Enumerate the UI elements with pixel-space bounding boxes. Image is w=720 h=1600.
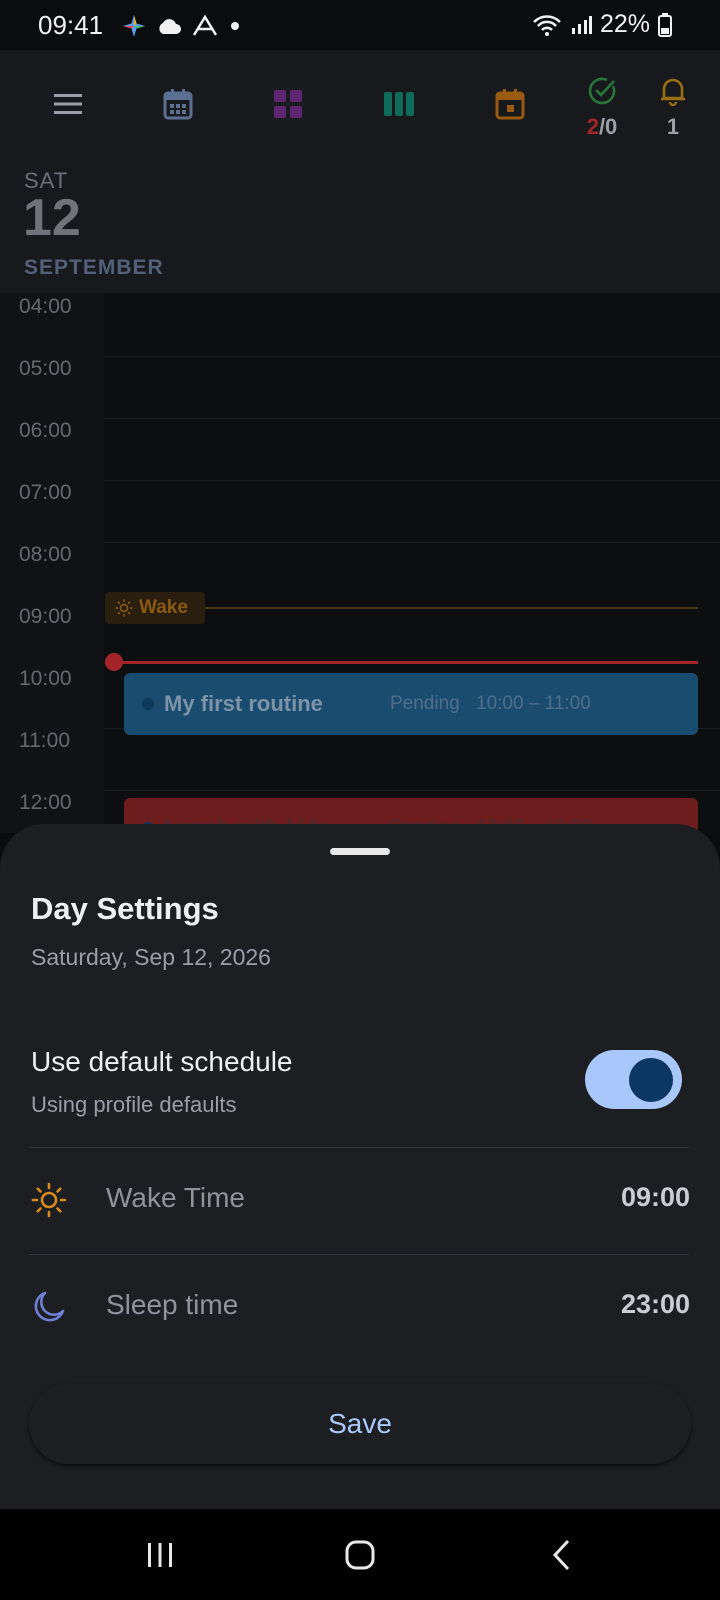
grid-view-button[interactable]: [258, 50, 318, 158]
battery-icon: [658, 12, 672, 37]
hour-label: 09:00: [19, 605, 72, 628]
sun-icon: [115, 599, 133, 617]
battery-percent: 22%: [599, 10, 650, 38]
hour-label: 04:00: [19, 295, 72, 318]
save-button[interactable]: Save: [29, 1384, 691, 1464]
system-nav-bar: [0, 1509, 720, 1600]
divider: [29, 1147, 689, 1148]
hour-label: 12:00: [19, 791, 72, 814]
day-settings-sheet: Day Settings Saturday, Sep 12, 2026 Use …: [0, 824, 720, 1509]
day-view-button[interactable]: [148, 50, 208, 158]
wake-marker: Wake: [105, 592, 205, 624]
toggle-knob: [629, 1058, 673, 1102]
columns-icon: [384, 92, 414, 116]
event-view-button[interactable]: [480, 50, 540, 158]
signal-icon: [571, 15, 592, 34]
hour-label: 10:00: [19, 667, 72, 690]
wake-marker-label: Wake: [139, 597, 188, 618]
wake-line: [205, 607, 698, 609]
notifications-count: 1: [666, 114, 680, 139]
columns-view-button[interactable]: [369, 50, 429, 158]
sparkle-icon: [123, 15, 145, 37]
hour-label: 07:00: [19, 481, 72, 504]
hour-label: 06:00: [19, 419, 72, 442]
sun-icon: [31, 1182, 67, 1218]
hour-label: 08:00: [19, 543, 72, 566]
event-status: Pending: [390, 693, 460, 714]
status-time: 09:41: [38, 10, 104, 40]
day-header: SAT 12 SEPTEMBER: [0, 158, 720, 293]
wake-time-value: 09:00: [620, 1182, 690, 1212]
sheet-title: Day Settings: [31, 891, 219, 926]
tasks-total-count: /0: [598, 114, 618, 139]
back-button[interactable]: [502, 1509, 622, 1600]
hour-gridline: [104, 480, 720, 481]
hour-gridline: [104, 356, 720, 357]
cloud-icon: [159, 19, 181, 34]
default-schedule-label: Use default schedule: [31, 1046, 293, 1077]
month-label: SEPTEMBER: [24, 256, 164, 279]
moon-icon: [34, 1291, 65, 1322]
event-dot: [142, 698, 154, 710]
tasks-counter: 2/0: [572, 114, 632, 140]
recents-icon: [148, 1542, 172, 1567]
hour-gridline: [104, 790, 720, 791]
check-circle-icon: [588, 77, 616, 105]
event-time: 10:00 – 11:00: [476, 693, 591, 714]
sleep-time-value: 23:00: [620, 1289, 690, 1319]
top-toolbar: 2/0 1: [0, 50, 720, 159]
day-number: 12: [23, 189, 81, 247]
sheet-date: Saturday, Sep 12, 2026: [31, 944, 271, 970]
tasks-button[interactable]: 2/0: [572, 50, 632, 158]
day-timeline[interactable]: 04:00 05:00 06:00 07:00 08:00 09:00 10:0…: [0, 293, 720, 858]
sleep-time-label: Sleep time: [106, 1289, 239, 1320]
event-card[interactable]: My first routine Pending 10:00 – 11:00: [124, 673, 698, 735]
timeline-grid[interactable]: [104, 293, 720, 833]
home-icon: [345, 1540, 375, 1569]
calendar-icon: [163, 89, 193, 120]
home-button[interactable]: [300, 1509, 420, 1600]
menu-icon: [54, 94, 82, 114]
back-icon: [552, 1539, 570, 1570]
wifi-icon: [533, 14, 561, 36]
sheet-drag-handle[interactable]: [330, 848, 390, 855]
grid-icon: [274, 90, 302, 118]
hour-label: 05:00: [19, 357, 72, 380]
bell-icon: [661, 78, 685, 106]
hour-gridline: [104, 542, 720, 543]
recents-button[interactable]: [100, 1509, 220, 1600]
notifications-button[interactable]: 1: [643, 50, 703, 158]
current-time-line: [114, 661, 698, 664]
default-schedule-subtitle: Using profile defaults: [31, 1092, 237, 1117]
hour-gridline: [104, 418, 720, 419]
event-icon: [495, 89, 525, 120]
app-icon: [192, 15, 218, 36]
dot-icon: [231, 22, 239, 30]
wake-time-label: Wake Time: [106, 1182, 245, 1213]
event-title: My first routine: [164, 691, 323, 716]
divider: [29, 1254, 689, 1255]
tasks-done-count: 2: [586, 114, 599, 139]
status-bar: 09:41 22%: [0, 0, 720, 50]
hour-label: 11:00: [19, 729, 70, 752]
menu-button[interactable]: [38, 50, 98, 158]
default-schedule-toggle[interactable]: [585, 1050, 682, 1109]
